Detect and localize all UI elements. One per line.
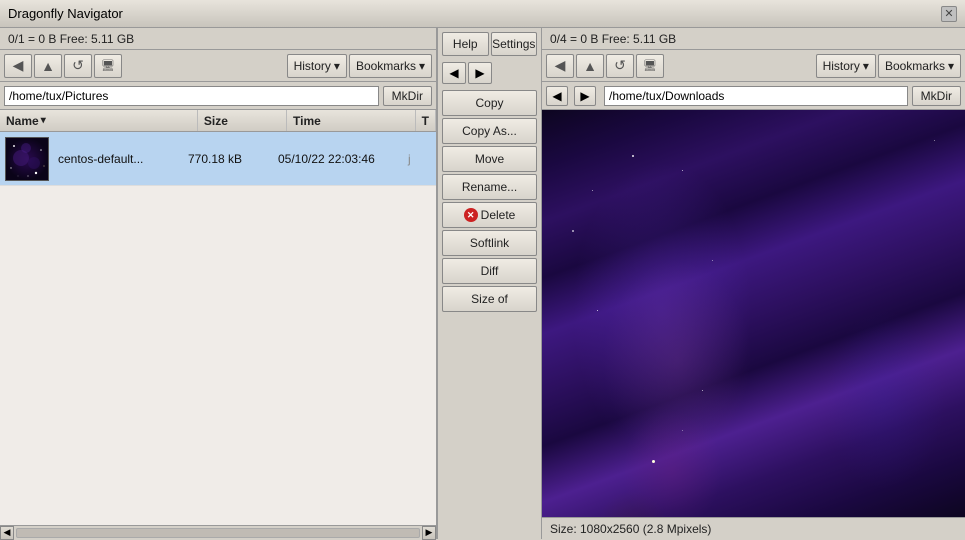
right-mkdir-button[interactable]: MkDir — [912, 86, 961, 106]
right-path-bar: ◀ ▶ MkDir — [542, 82, 965, 110]
main-container: 0/1 = 0 B Free: 5.11 GB ◀ ▲ ↺ 🖥 History … — [0, 28, 965, 539]
preview-area — [542, 110, 965, 517]
left-bookmarks-dropdown[interactable]: Bookmarks ▾ — [349, 54, 432, 78]
window-title: Dragonfly Navigator — [8, 6, 123, 21]
left-mkdir-button[interactable]: MkDir — [383, 86, 432, 106]
col-header-name[interactable]: Name ▾ — [0, 110, 198, 131]
sort-icon: ▾ — [41, 115, 46, 126]
scroll-track[interactable] — [16, 528, 420, 538]
delete-icon: ✕ — [464, 208, 478, 222]
preview-image — [542, 110, 965, 517]
softlink-button[interactable]: Softlink — [442, 230, 537, 256]
left-history-dropdown[interactable]: History ▾ — [287, 54, 347, 78]
center-left-arrow[interactable]: ◀ — [442, 62, 466, 84]
settings-button[interactable]: Settings — [491, 32, 538, 56]
scroll-right-arrow[interactable]: ▶ — [422, 526, 436, 540]
file-tag: j — [404, 152, 436, 166]
chevron-down-icon: ▾ — [419, 59, 425, 73]
copy-button[interactable]: Copy — [442, 90, 537, 116]
left-up-button[interactable]: ▲ — [34, 54, 62, 78]
right-panel: 0/4 = 0 B Free: 5.11 GB ◀ ▲ ↺ 🖥 History … — [542, 28, 965, 539]
col-header-time[interactable]: Time — [287, 110, 416, 131]
right-history-dropdown[interactable]: History ▾ — [816, 54, 876, 78]
diff-button[interactable]: Diff — [442, 258, 537, 284]
col-header-tag[interactable]: T — [416, 110, 436, 131]
move-button[interactable]: Move — [442, 146, 537, 172]
center-right-arrow[interactable]: ▶ — [468, 62, 492, 84]
chevron-down-icon: ▾ — [334, 59, 340, 73]
center-top-buttons: Help Settings — [442, 32, 537, 56]
left-path-bar: MkDir — [0, 82, 436, 110]
right-toolbar: ◀ ▲ ↺ 🖥 History ▾ Bookmarks ▾ — [542, 50, 965, 82]
left-status-bar: 0/1 = 0 B Free: 5.11 GB — [0, 28, 436, 50]
right-path-input[interactable] — [604, 86, 908, 106]
copy-as-button[interactable]: Copy As... — [442, 118, 537, 144]
close-button[interactable]: ✕ — [941, 6, 957, 22]
chevron-down-icon: ▾ — [948, 59, 954, 73]
file-thumbnail — [2, 134, 52, 184]
file-list-header: Name ▾ Size Time T — [0, 110, 436, 132]
table-row[interactable]: centos-default... 770.18 kB 05/10/22 22:… — [0, 132, 436, 186]
file-name: centos-default... — [54, 152, 184, 166]
col-header-size[interactable]: Size — [198, 110, 287, 131]
preview-status-bar: Size: 1080x2560 (2.8 Mpixels) — [542, 517, 965, 539]
left-status-text: 0/1 = 0 B Free: 5.11 GB — [8, 32, 134, 46]
left-toolbar: ◀ ▲ ↺ 🖥 History ▾ Bookmarks ▾ — [0, 50, 436, 82]
left-refresh-button[interactable]: ↺ — [64, 54, 92, 78]
right-up-button[interactable]: ▲ — [576, 54, 604, 78]
scroll-left-arrow[interactable]: ◀ — [0, 526, 14, 540]
left-panel: 0/1 = 0 B Free: 5.11 GB ◀ ▲ ↺ 🖥 History … — [0, 28, 437, 539]
left-home-button[interactable]: 🖥 — [94, 54, 122, 78]
help-button[interactable]: Help — [442, 32, 489, 56]
right-status-bar: 0/4 = 0 B Free: 5.11 GB — [542, 28, 965, 50]
left-scrollbar[interactable]: ◀ ▶ — [0, 525, 436, 539]
left-path-input[interactable] — [4, 86, 379, 106]
right-nav-left[interactable]: ◀ — [546, 86, 568, 106]
size-of-button[interactable]: Size of — [442, 286, 537, 312]
right-home-button[interactable]: 🖥 — [636, 54, 664, 78]
right-bookmarks-dropdown[interactable]: Bookmarks ▾ — [878, 54, 961, 78]
rename-button[interactable]: Rename... — [442, 174, 537, 200]
delete-button[interactable]: ✕ Delete — [442, 202, 537, 228]
file-list-area[interactable]: centos-default... 770.18 kB 05/10/22 22:… — [0, 132, 436, 525]
left-back-button[interactable]: ◀ — [4, 54, 32, 78]
right-nav-right[interactable]: ▶ — [574, 86, 596, 106]
preview-size-text: Size: 1080x2560 (2.8 Mpixels) — [550, 522, 711, 536]
right-back-button[interactable]: ◀ — [546, 54, 574, 78]
title-bar: Dragonfly Navigator ✕ — [0, 0, 965, 28]
right-refresh-button[interactable]: ↺ — [606, 54, 634, 78]
right-status-text: 0/4 = 0 B Free: 5.11 GB — [550, 32, 676, 46]
file-time: 05/10/22 22:03:46 — [274, 152, 404, 166]
file-size: 770.18 kB — [184, 152, 274, 166]
chevron-down-icon: ▾ — [863, 59, 869, 73]
center-menu: Help Settings ◀ ▶ Copy Copy As... Move R… — [437, 28, 542, 539]
